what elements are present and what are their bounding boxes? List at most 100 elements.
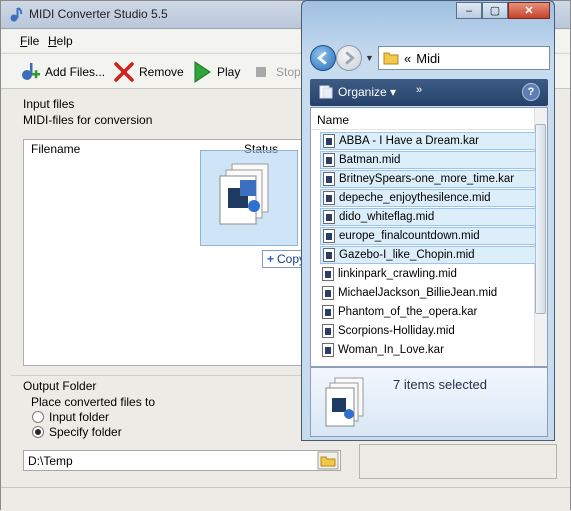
file-row[interactable]: Gazebo-I_like_Chopin.mid	[320, 246, 536, 264]
forward-arrow-icon	[345, 51, 355, 65]
add-files-label: Add Files...	[45, 65, 106, 79]
command-bar: Organize ▾ » ?	[310, 79, 548, 106]
browse-folder-icon[interactable]	[317, 451, 339, 470]
menu-file-rest: ile	[27, 34, 40, 48]
file-name: Woman_In_Love.kar	[338, 344, 444, 356]
file-row[interactable]: dido_whiteflag.mid	[320, 208, 536, 226]
folder-icon	[383, 52, 399, 65]
back-button[interactable]	[310, 45, 336, 71]
back-arrow-icon	[317, 51, 327, 65]
midi-file-icon	[323, 229, 335, 243]
status-bar	[1, 487, 570, 511]
midi-file-icon	[322, 324, 334, 338]
file-row[interactable]: europe_finalcountdown.mid	[320, 227, 536, 245]
file-row[interactable]: MichaelJackson_BillieJean.mid	[320, 284, 536, 302]
close-icon: ✕	[524, 5, 534, 17]
selection-count: 7 items selected	[393, 377, 487, 392]
recent-pages-dropdown-icon[interactable]: ▼	[365, 53, 374, 63]
remove-icon	[114, 62, 134, 82]
scrollbar-thumb[interactable]	[535, 124, 546, 314]
output-folder-input[interactable]: D:\Temp	[23, 450, 341, 471]
address-folder: Midi	[416, 50, 441, 66]
navigation-bar: ▼ « Midi	[310, 43, 550, 73]
address-prefix: «	[404, 50, 412, 66]
window-controls: – ▢ ✕	[456, 2, 550, 19]
selected-files-icon	[325, 377, 364, 427]
add-files-button[interactable]: Add Files...	[19, 61, 105, 83]
output-folder-title: Output Folder	[23, 379, 97, 393]
input-folder-radio-dot[interactable]	[32, 411, 44, 423]
specify-folder-radio[interactable]: Specify folder	[32, 425, 122, 439]
input-folder-radio[interactable]: Input folder	[32, 410, 109, 424]
file-name: dido_whiteflag.mid	[339, 211, 435, 223]
file-row[interactable]: depeche_enjoythesilence.mid	[320, 189, 536, 207]
file-name: depeche_enjoythesilence.mid	[339, 192, 491, 204]
convert-button-frame[interactable]	[359, 444, 557, 479]
dragged-files-icon	[219, 163, 269, 225]
file-name: BritneySpears-one_more_time.kar	[339, 173, 515, 185]
file-name: ABBA - I Have a Dream.kar	[339, 135, 479, 147]
filename-column-header[interactable]: Filename	[31, 142, 80, 156]
address-bar[interactable]: « Midi	[378, 46, 550, 70]
name-column-header[interactable]: Name	[311, 108, 536, 130]
details-pane: 7 items selected	[310, 367, 548, 437]
midi-file-icon	[322, 267, 334, 281]
output-divider	[11, 375, 311, 376]
add-files-icon	[22, 63, 40, 80]
file-row[interactable]: Scorpions-Holliday.mid	[320, 322, 536, 340]
menu-help[interactable]: Help	[48, 34, 73, 48]
close-button[interactable]: ✕	[508, 2, 550, 19]
copy-plus-icon: +	[267, 252, 275, 266]
play-button[interactable]: Play	[191, 61, 240, 83]
maximize-button[interactable]: ▢	[482, 2, 508, 19]
menu-help-accel: H	[48, 34, 57, 48]
midi-file-icon	[323, 248, 335, 262]
remove-label: Remove	[139, 65, 184, 79]
file-name: linkinpark_crawling.mid	[338, 268, 457, 280]
more-commands-button[interactable]: »	[416, 84, 422, 96]
file-name: Scorpions-Holliday.mid	[338, 325, 455, 337]
file-name: Batman.mid	[339, 154, 401, 166]
midi-file-icon	[322, 305, 334, 319]
help-button[interactable]: ?	[522, 83, 540, 101]
minimize-icon: –	[465, 4, 473, 17]
midi-file-icon	[323, 172, 335, 186]
specify-folder-radio-label: Specify folder	[49, 425, 122, 439]
file-name: europe_finalcountdown.mid	[339, 230, 480, 242]
explorer-window: – ▢ ✕ ▼ « Midi Organize ▾ » ? Name ABBA …	[301, 0, 555, 441]
output-folder-subtitle: Place converted files to	[31, 395, 156, 409]
file-row[interactable]: linkinpark_crawling.mid	[320, 265, 536, 283]
organize-dropdown-icon: ▾	[390, 85, 397, 99]
file-name: Gazebo-I_like_Chopin.mid	[339, 249, 475, 261]
specify-folder-radio-dot[interactable]	[32, 426, 44, 438]
stop-button[interactable]: Stop	[250, 61, 301, 83]
file-row[interactable]: ABBA - I Have a Dream.kar	[320, 132, 536, 150]
midi-file-icon	[323, 210, 335, 224]
file-list-pane[interactable]: Name ABBA - I Have a Dream.kar Batman.mid…	[310, 107, 548, 367]
remove-button[interactable]: Remove	[113, 61, 184, 83]
file-row[interactable]: Woman_In_Love.kar	[320, 341, 536, 359]
file-name: Phantom_of_the_opera.kar	[338, 306, 478, 318]
midi-file-icon	[322, 343, 334, 357]
stop-icon	[256, 67, 266, 77]
play-icon	[194, 61, 211, 83]
file-row[interactable]: Batman.mid	[320, 151, 536, 169]
organize-button[interactable]: Organize ▾	[338, 85, 396, 99]
organize-icon	[319, 85, 333, 99]
file-row[interactable]: BritneySpears-one_more_time.kar	[320, 170, 536, 188]
input-files-title: Input files	[23, 97, 75, 111]
midi-file-icon	[322, 286, 334, 300]
file-name: MichaelJackson_BillieJean.mid	[338, 287, 498, 299]
file-row[interactable]: Phantom_of_the_opera.kar	[320, 303, 536, 321]
menu-file[interactable]: File	[20, 34, 39, 48]
play-label: Play	[217, 65, 241, 79]
menu-help-rest: elp	[56, 34, 73, 48]
stop-label: Stop	[276, 65, 301, 79]
input-folder-radio-label: Input folder	[49, 410, 110, 424]
minimize-button[interactable]: –	[456, 2, 482, 19]
forward-button[interactable]	[336, 45, 362, 71]
midi-app-icon	[10, 7, 23, 22]
midi-file-icon	[323, 134, 335, 148]
organize-label: Organize	[338, 85, 387, 99]
midi-file-icon	[323, 191, 335, 205]
